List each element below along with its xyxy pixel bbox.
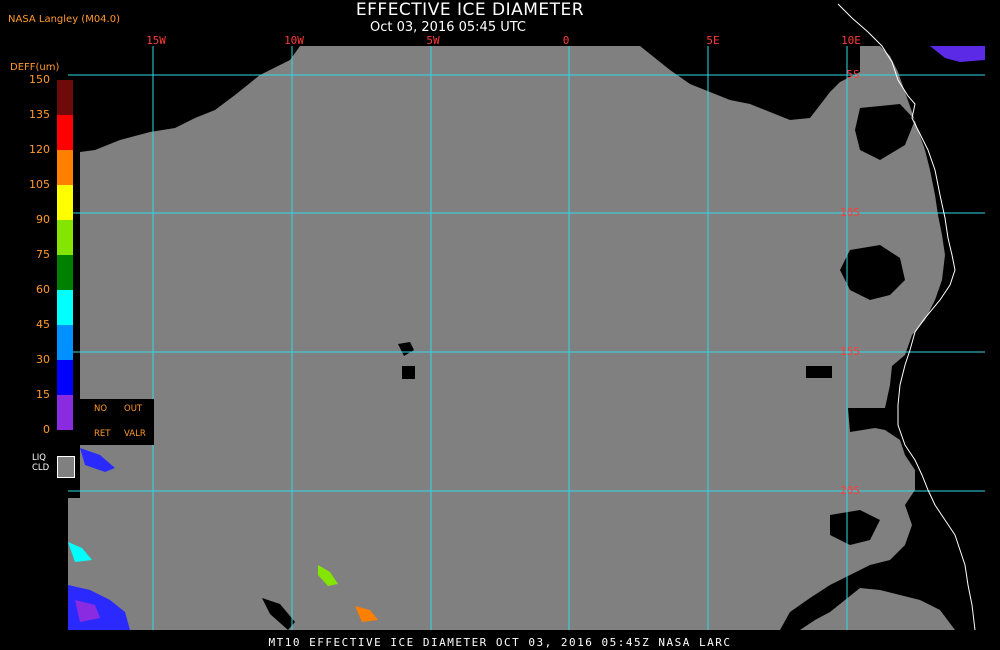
satellite-map: 15W 10W 5W 0 5E 10E 5S 10S 15S 20S <box>68 3 985 631</box>
legend-tick: 60 <box>36 283 50 296</box>
lon-labels: 15W 10W 5W 0 5E 10E <box>146 34 861 47</box>
footer-caption: MT10 EFFECTIVE ICE DIAMETER OCT 03, 2016… <box>268 636 732 649</box>
color-bar-segment <box>57 150 73 185</box>
legend-tick: 15 <box>36 388 50 401</box>
key-no: NO <box>94 404 108 414</box>
lat-label: 10S <box>840 206 860 219</box>
color-bar-segment <box>57 80 73 115</box>
color-bar-segment <box>57 360 73 395</box>
legend-tick: 90 <box>36 213 50 226</box>
lon-label: 0 <box>563 34 570 47</box>
legend-key-box: NO OUT RET VALR <box>80 399 154 445</box>
liquid-cloud-label: LIQ CLD <box>32 453 49 473</box>
liq-label-line1: LIQ <box>32 453 46 463</box>
legend-tick: 30 <box>36 353 50 366</box>
color-bar-segment <box>57 185 73 220</box>
color-bar-segment <box>57 255 73 290</box>
legend-tick: 45 <box>36 318 50 331</box>
clear-pixel-block <box>402 366 415 379</box>
lat-label: 5S <box>846 68 859 81</box>
lon-label: 5E <box>706 34 719 47</box>
color-bar-segment <box>57 220 73 255</box>
lat-label: 15S <box>840 345 860 358</box>
liquid-cloud-swatch <box>57 456 75 478</box>
lat-label: 20S <box>840 484 860 497</box>
map-timestamp: Oct 03, 2016 05:45 UTC <box>370 20 526 35</box>
legend-unit-label: DEFF(um) <box>10 62 60 73</box>
legend-tick: 105 <box>29 178 50 191</box>
legend-tick: 120 <box>29 143 50 156</box>
legend-tick: 135 <box>29 108 50 121</box>
key-ret: RET <box>94 429 111 439</box>
color-bar-segment <box>57 395 73 430</box>
legend-tick: 0 <box>43 423 50 436</box>
color-bar-segment <box>57 115 73 150</box>
legend-tick: 75 <box>36 248 50 261</box>
lon-label: 15W <box>146 34 166 47</box>
clear-block-east <box>806 366 832 378</box>
credit-label: NASA Langley (M04.0) <box>8 14 120 25</box>
liq-label-line2: CLD <box>32 463 50 473</box>
legend-tick: 150 <box>29 73 50 86</box>
map-title: EFFECTIVE ICE DIAMETER <box>355 0 585 20</box>
color-bar-segment <box>57 325 73 360</box>
lon-label: 5W <box>426 34 440 47</box>
color-bar <box>57 80 73 430</box>
lon-label: 10W <box>284 34 304 47</box>
key-out: OUT <box>124 404 143 414</box>
key-valr: VALR <box>124 429 146 439</box>
color-bar-segment <box>57 290 73 325</box>
lon-label: 10E <box>841 34 861 47</box>
